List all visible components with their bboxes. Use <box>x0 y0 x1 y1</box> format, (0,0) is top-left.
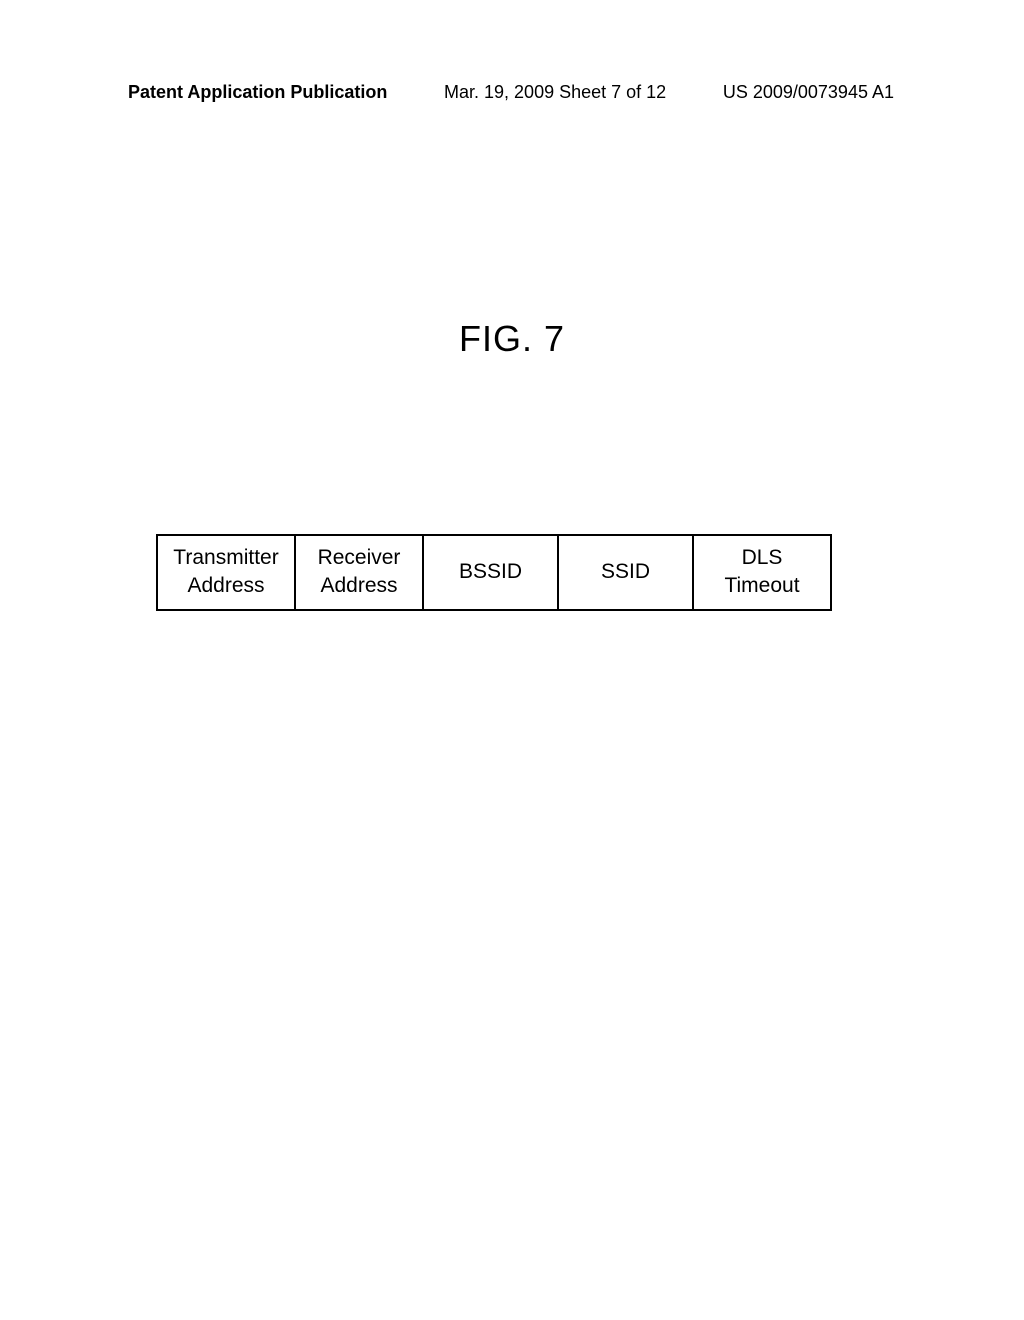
cell-text-line: Address <box>187 574 264 597</box>
header-publication-type: Patent Application Publication <box>128 82 387 103</box>
cell-text-line: Timeout <box>724 574 799 597</box>
header-publication-number: US 2009/0073945 A1 <box>723 82 894 103</box>
frame-fields-table: Transmitter Address Receiver Address BSS… <box>156 534 832 611</box>
header-date-sheet: Mar. 19, 2009 Sheet 7 of 12 <box>444 82 666 103</box>
table-row: Transmitter Address Receiver Address BSS… <box>157 535 831 610</box>
figure-label: FIG. 7 <box>0 318 1024 360</box>
cell-text-line: Transmitter <box>173 546 278 569</box>
cell-text-line: DLS <box>742 546 783 569</box>
cell-ssid: SSID <box>558 535 693 610</box>
cell-text-line: BSSID <box>459 560 522 583</box>
cell-text-line: SSID <box>601 560 650 583</box>
cell-transmitter-address: Transmitter Address <box>157 535 295 610</box>
cell-text-line: Address <box>320 574 397 597</box>
cell-text-line: Receiver <box>318 546 401 569</box>
cell-dls-timeout: DLS Timeout <box>693 535 831 610</box>
cell-receiver-address: Receiver Address <box>295 535 423 610</box>
cell-bssid: BSSID <box>423 535 558 610</box>
page-header: Patent Application Publication Mar. 19, … <box>0 82 1024 103</box>
